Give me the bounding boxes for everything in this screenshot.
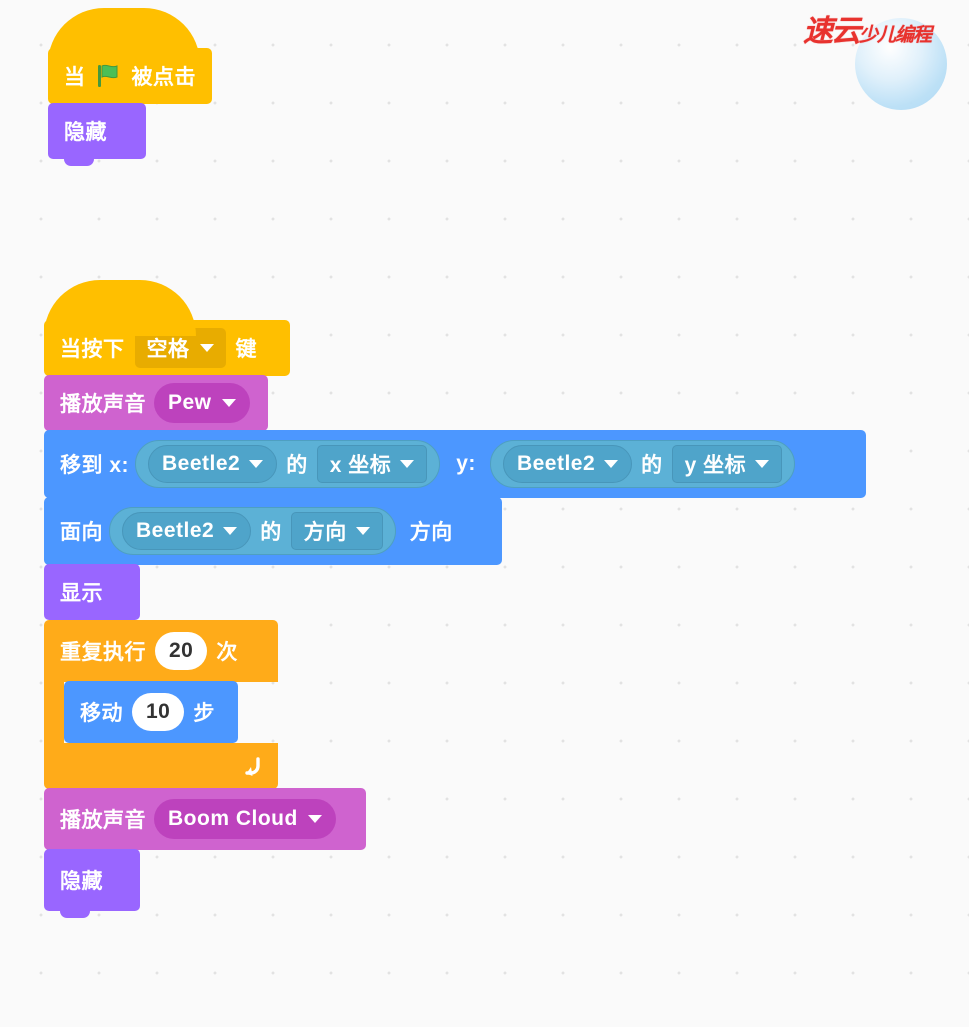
block-move-steps[interactable]: 移动 10 步 — [64, 681, 238, 750]
sprite-dropdown-y-value: Beetle2 — [516, 452, 596, 475]
script-when-key-pressed[interactable]: 当按下 空格 键 播放声音 Pew 移到 x: Beetle2 的 x 坐标 y — [44, 280, 866, 918]
script-green-flag[interactable]: 当 被点击 隐藏 — [48, 8, 212, 166]
chevron-down-icon — [604, 460, 619, 468]
repeat-suffix-label: 次 — [216, 641, 238, 664]
chevron-down-icon — [307, 815, 322, 823]
repeat-prefix-label: 重复执行 — [60, 641, 146, 664]
sound-dropdown-1[interactable]: Pew — [154, 383, 250, 423]
watermark-logo: 速云少儿编程 — [795, 0, 969, 120]
show-label: 显示 — [60, 582, 103, 605]
repeat-inner-stack: 移动 10 步 — [64, 681, 238, 750]
block-play-sound-pew[interactable]: 播放声音 Pew — [44, 375, 268, 438]
sound-dropdown-value-2: Boom Cloud — [168, 807, 298, 830]
move-prefix-label: 移动 — [80, 702, 123, 725]
chevron-down-icon — [755, 460, 770, 468]
repeat-times-input[interactable]: 20 — [155, 632, 208, 670]
play-sound-label-2: 播放声音 — [60, 809, 146, 832]
block-play-sound-boom-cloud[interactable]: 播放声音 Boom Cloud — [44, 788, 366, 857]
sprite-dropdown-x[interactable]: Beetle2 — [148, 445, 278, 483]
chevron-down-icon — [223, 527, 238, 535]
chevron-down-icon — [199, 344, 214, 352]
watermark-text: 速云少儿编程 — [803, 6, 932, 50]
when-key-prefix-label: 当按下 — [60, 338, 125, 361]
point-towards-suffix-label: 方向 — [409, 521, 453, 544]
property-dropdown-x[interactable]: x 坐标 — [316, 445, 428, 483]
chevron-down-icon — [400, 460, 415, 468]
block-point-towards[interactable]: 面向 Beetle2 的 方向 方向 — [44, 497, 502, 572]
hide-label-2: 隐藏 — [60, 870, 103, 893]
block-hide-2[interactable]: 隐藏 — [44, 849, 140, 918]
when-flag-prefix-label: 当 — [64, 66, 86, 89]
block-goto-xy[interactable]: 移到 x: Beetle2 的 x 坐标 y: Beetle2 的 y 坐标 — [44, 430, 866, 505]
hat-dome — [48, 8, 200, 64]
sprite-dropdown-x-value: Beetle2 — [162, 452, 241, 475]
block-show[interactable]: 显示 — [44, 564, 140, 627]
sound-dropdown-2[interactable]: Boom Cloud — [154, 799, 336, 839]
move-suffix-label: 步 — [193, 702, 215, 725]
repeat-footer[interactable] — [44, 743, 278, 796]
hat-dome — [44, 280, 196, 336]
of-label-y: 的 — [641, 454, 663, 477]
watermark-brand-sub: 少儿编程 — [859, 25, 932, 46]
block-when-flag-clicked[interactable]: 当 被点击 — [48, 8, 212, 111]
when-key-suffix-label: 键 — [235, 338, 257, 361]
sprite-dropdown-y[interactable]: Beetle2 — [502, 445, 633, 483]
reporter-y-of-beetle2[interactable]: Beetle2 的 y 坐标 — [489, 440, 796, 488]
repeat-header[interactable]: 重复执行 20 次 — [44, 620, 278, 682]
sprite-dropdown-dir-value: Beetle2 — [136, 519, 215, 542]
hide-label-1: 隐藏 — [64, 121, 107, 144]
goto-y-label: y: — [456, 452, 476, 475]
property-dropdown-y-value: y 坐标 — [684, 454, 747, 477]
block-hide-1[interactable]: 隐藏 — [48, 103, 146, 166]
repeat-mouth: 移动 10 步 — [44, 681, 866, 750]
sprite-dropdown-dir[interactable]: Beetle2 — [122, 512, 252, 550]
property-dropdown-dir[interactable]: 方向 — [290, 512, 383, 550]
point-towards-label: 面向 — [60, 521, 103, 544]
play-sound-label-1: 播放声音 — [60, 393, 146, 416]
sound-dropdown-value-1: Pew — [168, 391, 212, 414]
green-flag-icon — [95, 63, 123, 89]
reporter-direction-of-beetle2[interactable]: Beetle2 的 方向 — [109, 507, 396, 555]
of-label-x: 的 — [286, 454, 308, 477]
key-dropdown-value: 空格 — [146, 338, 190, 361]
property-dropdown-dir-value: 方向 — [303, 521, 347, 544]
watermark-brand-main: 速云 — [803, 15, 861, 48]
block-when-key-pressed[interactable]: 当按下 空格 键 — [44, 280, 290, 383]
chevron-down-icon — [355, 527, 370, 535]
loop-arrow-icon — [238, 753, 264, 779]
property-dropdown-y[interactable]: y 坐标 — [671, 445, 783, 483]
block-repeat[interactable]: 重复执行 20 次 移动 10 步 — [44, 620, 866, 796]
property-dropdown-x-value: x 坐标 — [329, 454, 392, 477]
chevron-down-icon — [221, 399, 236, 407]
watermark-orb — [855, 18, 947, 110]
repeat-left-arm — [44, 682, 64, 743]
goto-x-label: 移到 x: — [60, 454, 130, 477]
move-steps-input[interactable]: 10 — [132, 693, 185, 731]
of-label-dir: 的 — [260, 521, 282, 544]
reporter-x-of-beetle2[interactable]: Beetle2 的 x 坐标 — [135, 440, 441, 488]
when-flag-suffix-label: 被点击 — [131, 66, 196, 89]
chevron-down-icon — [249, 460, 264, 468]
